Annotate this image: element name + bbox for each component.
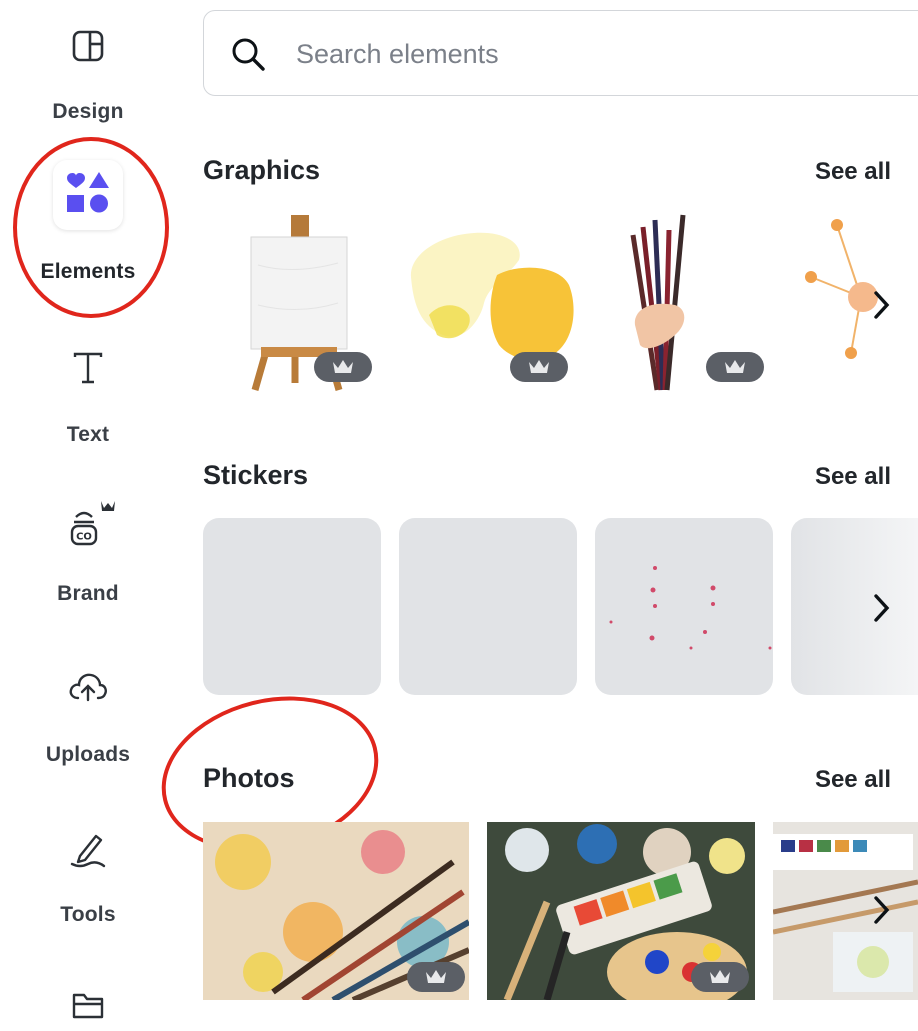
- photo-item-paint-splatter-brushes[interactable]: [203, 822, 469, 1000]
- crown-icon: [426, 970, 446, 983]
- chevron-right-icon[interactable]: [866, 890, 896, 930]
- orange-molecule-image: [805, 219, 878, 359]
- sticker-item[interactable]: [399, 518, 577, 695]
- section-title-graphics: Graphics: [203, 155, 321, 185]
- sticker-item[interactable]: [791, 518, 918, 695]
- sidebar-item-label: Brand: [57, 582, 119, 605]
- search-icon: [232, 38, 265, 71]
- folder-icon: [72, 993, 104, 1019]
- premium-badge: [706, 352, 764, 382]
- sidebar-item-label: Design: [52, 100, 124, 123]
- brand-icon: CO: [70, 501, 115, 546]
- svg-text:CO: CO: [76, 532, 92, 543]
- section-title-stickers: Stickers: [203, 460, 309, 490]
- sidebar-item-uploads[interactable]: Uploads: [0, 665, 176, 775]
- sidebar-item-label: Tools: [60, 903, 116, 926]
- crown-icon: [710, 970, 730, 983]
- see-all-stickers-link[interactable]: See all: [815, 463, 891, 491]
- premium-badge: [510, 352, 568, 382]
- search-bar[interactable]: [203, 10, 918, 96]
- see-all-graphics-link[interactable]: See all: [815, 158, 891, 186]
- text-icon: [73, 352, 103, 384]
- search-input[interactable]: [294, 33, 898, 75]
- crown-icon: [333, 360, 353, 373]
- sidebar-item-label: Elements: [40, 260, 136, 283]
- sidebar-item-label: Uploads: [45, 743, 131, 766]
- premium-badge: [314, 352, 372, 382]
- sidebar: Design Elements Text CO Brand Uploads To…: [0, 0, 176, 1031]
- premium-badge: [691, 962, 749, 992]
- pen-icon: [70, 834, 106, 868]
- photo-item-watercolor-set[interactable]: [773, 822, 918, 1000]
- sidebar-item-elements[interactable]: Elements: [0, 160, 176, 290]
- photo-item-paint-palette-colors[interactable]: [487, 822, 755, 1000]
- sidebar-item-label: Text: [66, 423, 110, 446]
- graphic-item-paintbrushes-hand[interactable]: [595, 205, 775, 395]
- crown-icon: [529, 360, 549, 373]
- sidebar-item-text[interactable]: Text: [0, 340, 176, 450]
- premium-badge: [407, 962, 465, 992]
- sidebar-item-projects[interactable]: [0, 985, 176, 1031]
- section-title-photos: Photos: [203, 763, 295, 793]
- graphic-item-easel-canvas[interactable]: [203, 205, 383, 395]
- see-all-photos-link[interactable]: See all: [815, 766, 891, 794]
- sidebar-item-design[interactable]: Design: [0, 20, 176, 130]
- graphic-item-yellow-watercolor[interactable]: [399, 205, 579, 395]
- graphic-item-orange-molecule[interactable]: [791, 205, 918, 395]
- cloud-upload-icon: [69, 673, 107, 702]
- watercolor-set-image: [773, 822, 918, 1000]
- sidebar-item-brand[interactable]: CO Brand: [0, 495, 176, 615]
- chevron-right-icon[interactable]: [866, 588, 896, 628]
- shapes-icon: [67, 172, 109, 213]
- elements-tile: [53, 160, 123, 230]
- scattered-dots-sticker-image: [609, 566, 772, 650]
- chevron-right-icon[interactable]: [866, 285, 896, 325]
- sticker-item[interactable]: [203, 518, 381, 695]
- sidebar-item-tools[interactable]: Tools: [0, 828, 176, 938]
- layout-icon: [72, 30, 104, 62]
- sticker-item[interactable]: [595, 518, 773, 695]
- crown-icon: [725, 360, 745, 373]
